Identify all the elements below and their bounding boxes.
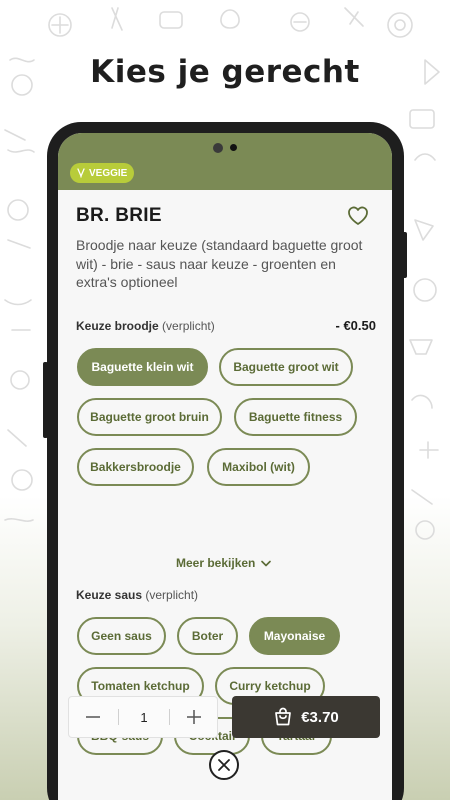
phone-screen: VEGGIE BR. BRIE Broodje naar keuze (stan…	[58, 133, 392, 800]
bread-section-required: (verplicht)	[162, 319, 215, 333]
show-more-label: Meer bekijken	[176, 556, 256, 570]
phone-side-button	[43, 362, 48, 438]
bread-option-baguette-groot-wit[interactable]: Baguette groot wit	[219, 348, 353, 386]
bread-price-delta: - €0.50	[335, 318, 376, 333]
sauce-section-label: Keuze saus (verplicht)	[76, 588, 198, 602]
bread-section-label: Keuze broodje (verplicht)	[76, 319, 215, 333]
bread-section-title: Keuze broodje	[76, 319, 159, 333]
cart-icon	[275, 707, 292, 726]
leaf-icon	[77, 168, 85, 178]
product-hero-image: VEGGIE	[58, 133, 392, 190]
minus-icon	[86, 716, 100, 718]
sauce-option-boter[interactable]: Boter	[177, 617, 238, 655]
bread-option-maxibol-wit[interactable]: Maxibol (wit)	[207, 448, 310, 486]
order-bar: 1 €3.70	[58, 688, 392, 800]
plus-icon	[187, 710, 201, 724]
camera-dot	[230, 144, 237, 151]
product-description: Broodje naar keuze (standaard baguette g…	[76, 237, 363, 290]
camera-dot	[213, 143, 223, 153]
veggie-badge: VEGGIE	[70, 163, 135, 183]
quantity-value: 1	[140, 709, 148, 725]
increase-quantity-button[interactable]	[170, 697, 218, 737]
decrease-quantity-button[interactable]	[69, 697, 117, 737]
bread-option-baguette-fitness[interactable]: Baguette fitness	[234, 398, 357, 436]
bread-option-baguette-klein-wit[interactable]: Baguette klein wit	[77, 348, 208, 386]
sauce-section-required: (verplicht)	[145, 588, 199, 602]
page-headline: Kies je gerecht	[90, 54, 360, 90]
sauce-option-geen-saus[interactable]: Geen saus	[77, 617, 166, 655]
phone-side-button	[402, 232, 407, 278]
bread-option-baguette-groot-bruin[interactable]: Baguette groot bruin	[77, 398, 222, 436]
sauce-section-title: Keuze saus	[76, 588, 143, 602]
cart-total: €3.70	[301, 708, 339, 726]
chevron-down-icon	[261, 560, 272, 566]
quantity-stepper: 1	[68, 696, 218, 738]
veggie-badge-label: VEGGIE	[89, 167, 128, 179]
heart-icon[interactable]	[346, 204, 370, 226]
bread-option-bakkersbroodje[interactable]: Bakkersbroodje	[77, 448, 194, 486]
product-title: BR. BRIE	[76, 205, 162, 226]
close-button[interactable]	[209, 750, 239, 780]
add-to-cart-button[interactable]: €3.70	[232, 696, 380, 738]
show-more-link[interactable]: Meer bekijken	[176, 556, 272, 570]
close-icon	[218, 759, 230, 771]
sauce-option-mayonaise[interactable]: Mayonaise	[249, 617, 340, 655]
